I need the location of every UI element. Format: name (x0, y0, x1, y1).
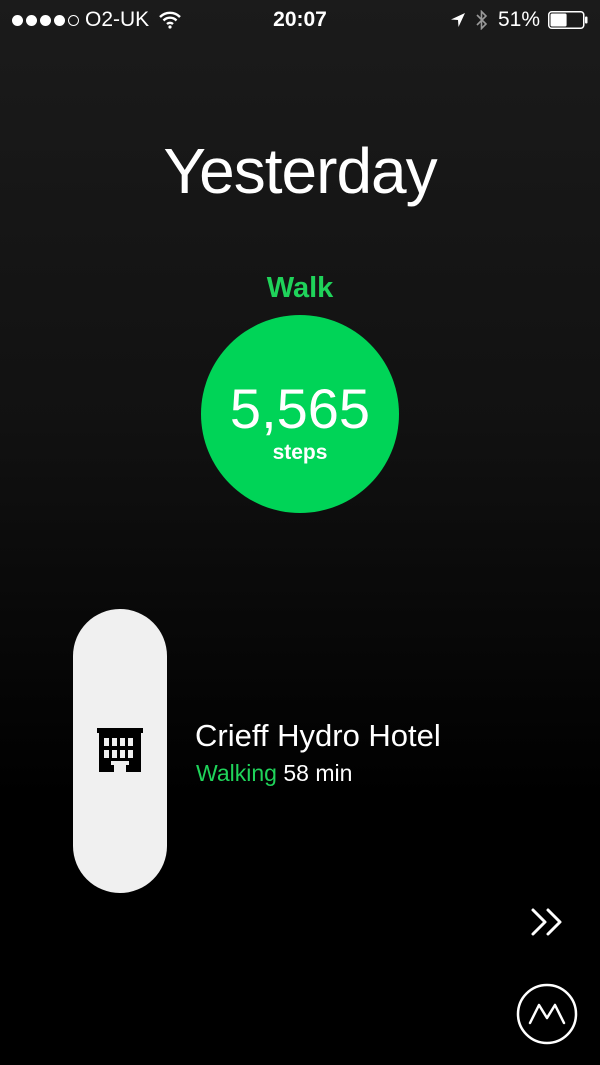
location-arrow-icon (450, 13, 465, 27)
place-pill[interactable] (73, 609, 167, 893)
steps-circle[interactable]: 5,565 steps (201, 315, 399, 513)
place-mode: Walking (196, 760, 277, 786)
page-title[interactable]: Yesterday (0, 134, 600, 208)
moves-logo-icon (516, 983, 578, 1045)
place-duration: 58 min (283, 760, 353, 786)
activity-label: Walk (266, 272, 334, 304)
status-bar-right: 51% (450, 8, 588, 32)
hotel-icon (97, 728, 143, 772)
bluetooth-icon (476, 10, 488, 30)
double-chevron-right-icon (531, 908, 562, 936)
place-detail: Walking 58 min (196, 760, 352, 787)
steps-unit: steps (272, 441, 328, 464)
steps-count: 5,565 (229, 377, 371, 440)
app-menu-button[interactable] (516, 983, 578, 1045)
place-name[interactable]: Crieff Hydro Hotel (195, 718, 441, 754)
battery-percentage: 51% (497, 8, 540, 31)
battery-icon (548, 11, 588, 29)
next-button[interactable] (529, 904, 569, 940)
status-bar: O2-UK 20:07 51% (0, 0, 600, 40)
